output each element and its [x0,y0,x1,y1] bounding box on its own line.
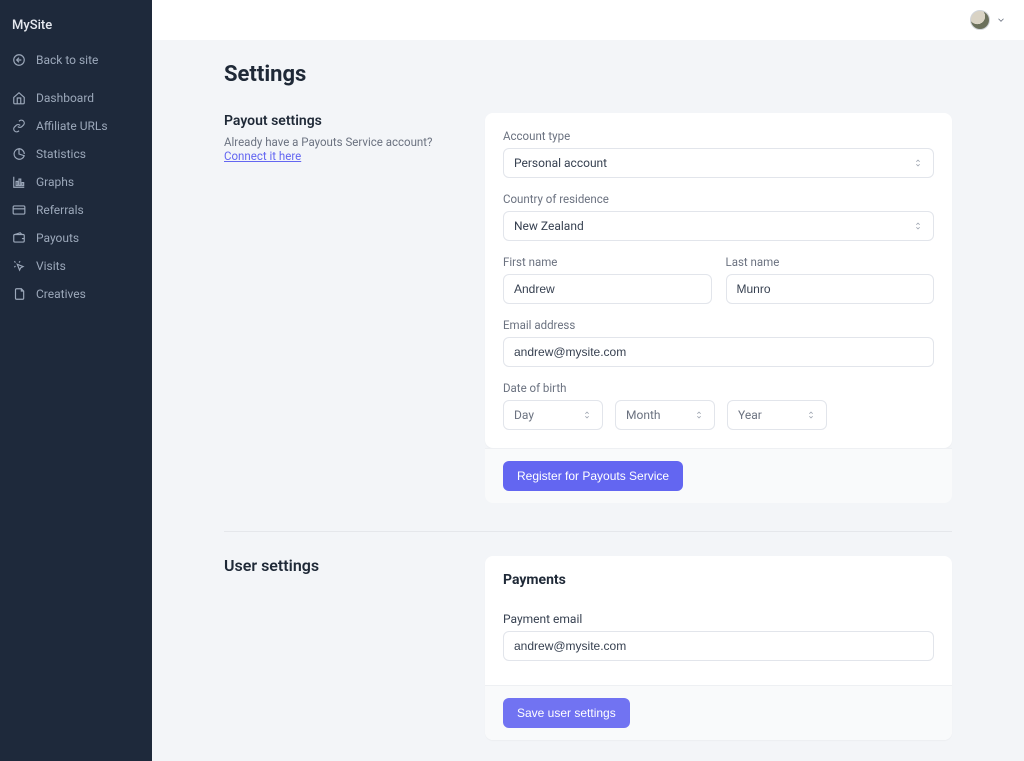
page-title: Settings [224,62,952,87]
sidebar-item-dashboard[interactable]: Dashboard [0,85,152,111]
connect-link[interactable]: Connect it here [224,149,301,163]
first-name-input[interactable] [503,274,712,304]
files-icon [12,287,26,301]
nav-label: Payouts [36,231,79,245]
payout-footer: Register for Payouts Service [485,448,952,503]
country-select[interactable]: New Zealand [503,211,934,241]
already-have-account: Already have a Payouts Service account? … [224,135,469,163]
chevron-up-down-icon [913,157,923,169]
sidebar: MySite Back to site Dashboard Affiliate … [0,0,152,761]
site-name: MySite [0,14,152,47]
first-name-label: First name [503,255,712,269]
email-label: Email address [503,318,934,332]
last-name-input[interactable] [726,274,935,304]
last-name-label: Last name [726,255,935,269]
payment-email-input[interactable] [503,631,934,661]
arrow-left-circle-icon [12,53,26,67]
sidebar-item-affiliate-urls[interactable]: Affiliate URLs [0,113,152,139]
wallet-icon [12,231,26,245]
payments-title: Payments [485,556,952,596]
dob-year-select[interactable]: Year [727,400,827,430]
dob-month-select[interactable]: Month [615,400,715,430]
payment-email-label: Payment email [503,612,934,626]
link-icon [12,119,26,133]
sidebar-item-referrals[interactable]: Referrals [0,197,152,223]
sidebar-item-payouts[interactable]: Payouts [0,225,152,251]
dob-label: Date of birth [503,381,934,395]
user-heading: User settings [224,556,469,575]
user-footer: Save user settings [485,685,952,740]
save-user-settings-button[interactable]: Save user settings [503,698,630,728]
sidebar-item-statistics[interactable]: Statistics [0,141,152,167]
dob-row: Day Month Year [503,400,934,430]
select-value: Month [626,408,660,422]
nav-label: Visits [36,259,66,273]
page-content: Settings Payout settings Already have a … [152,40,1024,761]
account-type-select[interactable]: Personal account [503,148,934,178]
country-label: Country of residence [503,192,934,206]
dob-day-select[interactable]: Day [503,400,603,430]
pie-chart-icon [12,147,26,161]
chevron-up-down-icon [806,409,816,421]
select-value: Day [514,408,534,422]
avatar[interactable] [970,10,990,30]
main-area: Settings Payout settings Already have a … [152,0,1024,761]
nav-group: Dashboard Affiliate URLs Statistics Grap… [0,85,152,307]
select-value: Year [738,408,762,422]
register-button[interactable]: Register for Payouts Service [503,461,683,491]
section-side: Payout settings Already have a Payouts S… [224,113,469,163]
nav-label: Graphs [36,175,74,189]
back-to-site[interactable]: Back to site [0,47,152,73]
credit-card-icon [12,203,26,217]
select-value: Personal account [514,156,607,170]
payout-card: Account type Personal account Country of… [485,113,952,448]
chevron-up-down-icon [913,220,923,232]
nav-label: Affiliate URLs [36,119,108,133]
home-icon [12,91,26,105]
section-side: User settings [224,556,469,581]
nav-label: Statistics [36,147,86,161]
chevron-up-down-icon [582,409,592,421]
nav-label: Back to site [36,53,98,67]
nav-label: Dashboard [36,91,94,105]
user-card: Payments Payment email Save user setting… [485,556,952,740]
bar-chart-icon [12,175,26,189]
nav-label: Creatives [36,287,86,301]
sidebar-item-graphs[interactable]: Graphs [0,169,152,195]
payout-heading: Payout settings [224,113,469,129]
sidebar-item-visits[interactable]: Visits [0,253,152,279]
payout-settings-section: Payout settings Already have a Payouts S… [224,113,952,532]
payout-card-wrapper: Account type Personal account Country of… [485,113,952,503]
select-value: New Zealand [514,219,584,233]
chevron-up-down-icon [694,409,704,421]
nav-label: Referrals [36,203,84,217]
email-input[interactable] [503,337,934,367]
topbar [152,0,1024,40]
cursor-click-icon [12,259,26,273]
user-settings-section: User settings Payments Payment email Sav… [224,556,952,761]
chevron-down-icon[interactable] [996,15,1006,25]
account-type-label: Account type [503,129,934,143]
sidebar-item-creatives[interactable]: Creatives [0,281,152,307]
